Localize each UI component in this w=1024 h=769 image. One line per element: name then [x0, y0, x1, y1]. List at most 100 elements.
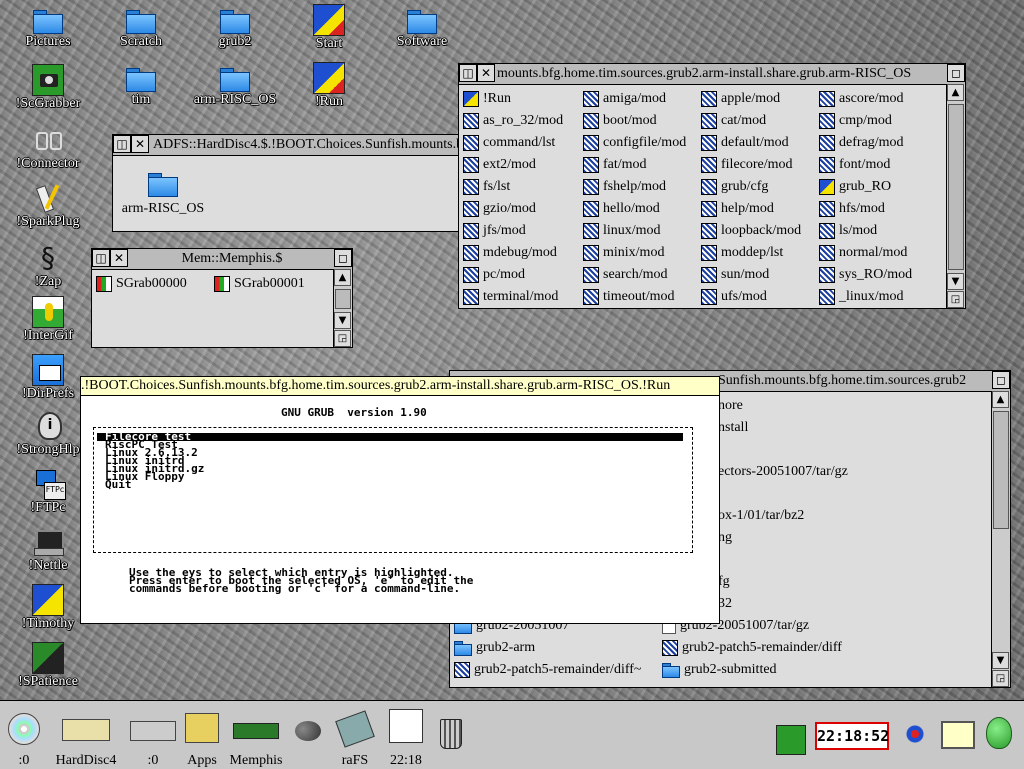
- clock[interactable]: 22:18:52: [815, 722, 889, 750]
- desktop-icon-scratch[interactable]: Scratch: [93, 6, 189, 50]
- filer-item[interactable]: 32: [718, 593, 732, 615]
- iconbar-acorn[interactable]: [984, 717, 1014, 759]
- filer-item[interactable]: grub2-patch5-remainder/diff~: [454, 659, 641, 681]
- filer-item[interactable]: configfile/mod: [583, 132, 686, 154]
- filer-item[interactable]: _linux/mod: [819, 286, 904, 308]
- desktop-icon-pictures[interactable]: Pictures: [0, 6, 96, 50]
- filer-item[interactable]: grub/cfg: [701, 176, 768, 198]
- iconbar-display[interactable]: [940, 721, 976, 757]
- filer-item[interactable]: sys_RO/mod: [819, 264, 912, 286]
- filer-item[interactable]: mdebug/mod: [463, 242, 557, 264]
- iconbar-memphis[interactable]: Memphis: [228, 711, 284, 768]
- toggle-size-button[interactable]: ◻: [992, 371, 1010, 389]
- filer-item[interactable]: ext2/mod: [463, 154, 536, 176]
- filer-item[interactable]: SGrab00000: [96, 273, 187, 295]
- filer-item[interactable]: !Run: [463, 88, 511, 110]
- scroll-thumb[interactable]: [948, 104, 964, 270]
- scroll-up-button[interactable]: ▲: [992, 391, 1009, 408]
- filer-window-adfs[interactable]: ◫ ✕ ADFS::HardDisc4.$.!BOOT.Choices.Sunf…: [112, 134, 462, 232]
- filer-item[interactable]: grub2-submitted: [662, 659, 777, 681]
- scroll-down-button[interactable]: ▼: [947, 273, 964, 290]
- iconbar-network[interactable]: [896, 717, 934, 757]
- filer-item[interactable]: ascore/mod: [819, 88, 904, 110]
- iconbar-screengrab[interactable]: [776, 725, 806, 755]
- filer-item[interactable]: boot/mod: [583, 110, 657, 132]
- desktop-icon-tim[interactable]: tim: [93, 64, 189, 108]
- desktop-icon-arm-risc-os[interactable]: arm-RISC_OS: [187, 64, 283, 108]
- desktop-icon-run[interactable]: !Run: [281, 62, 377, 110]
- filer-item[interactable]: apple/mod: [701, 88, 780, 110]
- filer-item[interactable]: grub2-arm: [454, 637, 535, 659]
- grub-task-window[interactable]: .!BOOT.Choices.Sunfish.mounts.bfg.home.t…: [80, 376, 720, 624]
- close-button[interactable]: ✕: [110, 249, 128, 267]
- filer-item[interactable]: ox-1/01/tar/bz2: [718, 505, 804, 527]
- grub-menu-entry[interactable]: Filecore test: [97, 431, 683, 442]
- close-button[interactable]: ✕: [131, 135, 149, 153]
- filer-item[interactable]: moddep/lst: [701, 242, 783, 264]
- filer-item[interactable]: pc/mod: [463, 264, 525, 286]
- filer-item[interactable]: as_ro_32/mod: [463, 110, 563, 132]
- filer-item[interactable]: ls/mod: [819, 220, 877, 242]
- filer-item[interactable]: grub2-patch5-remainder/diff: [662, 637, 842, 659]
- resize-handle[interactable]: ◲: [947, 291, 964, 308]
- iconbar-floppy[interactable]: :0: [128, 711, 178, 768]
- filer-item[interactable]: linux/mod: [583, 220, 661, 242]
- iconbar-harddisc[interactable]: HardDisc4: [50, 711, 122, 768]
- resize-handle[interactable]: ◲: [334, 330, 351, 347]
- grub-menu-entry[interactable]: Linux initrd.gz: [97, 463, 683, 474]
- filer-item[interactable]: timeout/mod: [583, 286, 675, 308]
- filer-item[interactable]: ectors-20051007/tar/gz: [718, 461, 848, 483]
- filer-item[interactable]: cat/mod: [701, 110, 766, 132]
- iconbar-task-window[interactable]: 22:18: [384, 709, 428, 768]
- scroll-thumb[interactable]: [335, 289, 351, 309]
- filer-item[interactable]: ufs/mod: [701, 286, 767, 308]
- pinned-app-connector[interactable]: !Connector: [0, 124, 96, 172]
- filer-item[interactable]: search/mod: [583, 264, 668, 286]
- pinned-app-sparkplug[interactable]: !SparkPlug: [0, 182, 96, 230]
- filer-item[interactable]: nore: [718, 395, 743, 417]
- filer-item[interactable]: grub_RO: [819, 176, 891, 198]
- scroll-up-button[interactable]: ▲: [947, 84, 964, 101]
- filer-item[interactable]: normal/mod: [819, 242, 907, 264]
- grub-menu-entry[interactable]: Linux 2.6.13.2: [97, 447, 683, 458]
- toggle-size-button[interactable]: ◻: [947, 64, 965, 82]
- iconbar-rafs[interactable]: raFS: [332, 710, 378, 768]
- filer-item[interactable]: sun/mod: [701, 264, 769, 286]
- filer-item[interactable]: cmp/mod: [819, 110, 892, 132]
- filer-window-arm-risc-os[interactable]: ◫ ✕ mounts.bfg.home.tim.sources.grub2.ar…: [458, 63, 966, 309]
- vertical-scrollbar[interactable]: ▲ ▼ ◲: [946, 84, 965, 308]
- filer-item[interactable]: font/mod: [819, 154, 890, 176]
- iconbar-cd[interactable]: :0: [4, 711, 44, 768]
- desktop-icon-start[interactable]: Start: [281, 4, 377, 52]
- iconbar-apps[interactable]: Apps: [180, 711, 224, 768]
- filer-item[interactable]: command/lst: [463, 132, 555, 154]
- filer-item[interactable]: fshelp/mod: [583, 176, 666, 198]
- filer-item[interactable]: defrag/mod: [819, 132, 904, 154]
- filer-item[interactable]: gzio/mod: [463, 198, 536, 220]
- back-button[interactable]: ◫: [113, 135, 131, 153]
- resize-handle[interactable]: ◲: [992, 670, 1009, 687]
- filer-item[interactable]: default/mod: [701, 132, 789, 154]
- iconbar-fish[interactable]: [290, 715, 326, 755]
- scroll-down-button[interactable]: ▼: [334, 312, 351, 329]
- filer-item[interactable]: hello/mod: [583, 198, 660, 220]
- vertical-scrollbar[interactable]: ▲ ▼ ◲: [333, 269, 352, 347]
- title-bar[interactable]: ◫ ✕ ADFS::HardDisc4.$.!BOOT.Choices.Sunf…: [113, 135, 461, 156]
- filer-item[interactable]: help/mod: [701, 198, 774, 220]
- filer-item[interactable]: loopback/mod: [701, 220, 801, 242]
- desktop-icon-software[interactable]: Software: [374, 6, 470, 50]
- filer-item[interactable]: hfs/mod: [819, 198, 885, 220]
- filer-item[interactable]: arm-RISC_OS: [117, 169, 209, 217]
- scroll-thumb[interactable]: [993, 411, 1009, 529]
- filer-item[interactable]: amiga/mod: [583, 88, 666, 110]
- pinned-app-zap[interactable]: § !Zap: [0, 242, 96, 290]
- close-button[interactable]: ✕: [477, 64, 495, 82]
- filer-item[interactable]: fat/mod: [583, 154, 647, 176]
- desktop-icon-grub2[interactable]: grub2: [187, 6, 283, 50]
- filer-window-memphis[interactable]: ◫ ✕ Mem::Memphis.$ ◻ SGrab00000 SGrab000…: [91, 248, 353, 348]
- filer-item[interactable]: minix/mod: [583, 242, 664, 264]
- filer-item[interactable]: jfs/mod: [463, 220, 526, 242]
- filer-item[interactable]: fs/lst: [463, 176, 510, 198]
- filer-item[interactable]: SGrab00001: [214, 273, 305, 295]
- back-button[interactable]: ◫: [92, 249, 110, 267]
